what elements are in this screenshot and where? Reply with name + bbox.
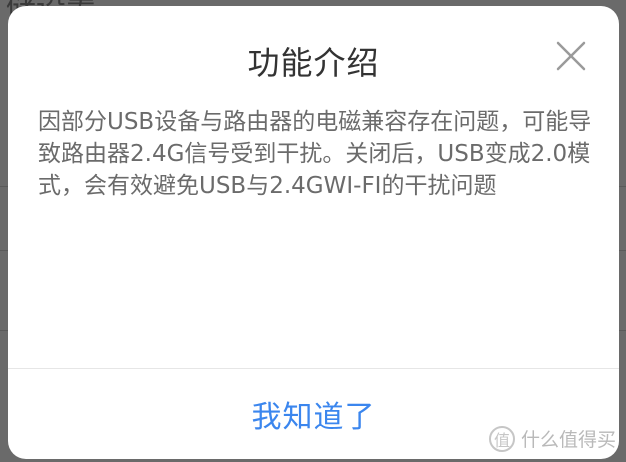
watermark-text: 什么值得买 (520, 429, 616, 451)
watermark: 值 什么值得买 (488, 425, 616, 452)
feature-intro-dialog: 功能介绍 因部分USB设备与路由器的电磁兼容存在问题，可能导致路由器2.4G信号… (8, 6, 619, 459)
background-chevron (0, 270, 6, 284)
dialog-title: 功能介绍 (247, 44, 380, 82)
watermark-logo-icon: 值 (488, 425, 515, 452)
close-button[interactable] (553, 38, 589, 74)
dialog-message: 因部分USB设备与路由器的电磁兼容存在问题，可能导致路由器2.4G信号受到干扰。… (38, 109, 592, 199)
close-icon (556, 41, 586, 71)
